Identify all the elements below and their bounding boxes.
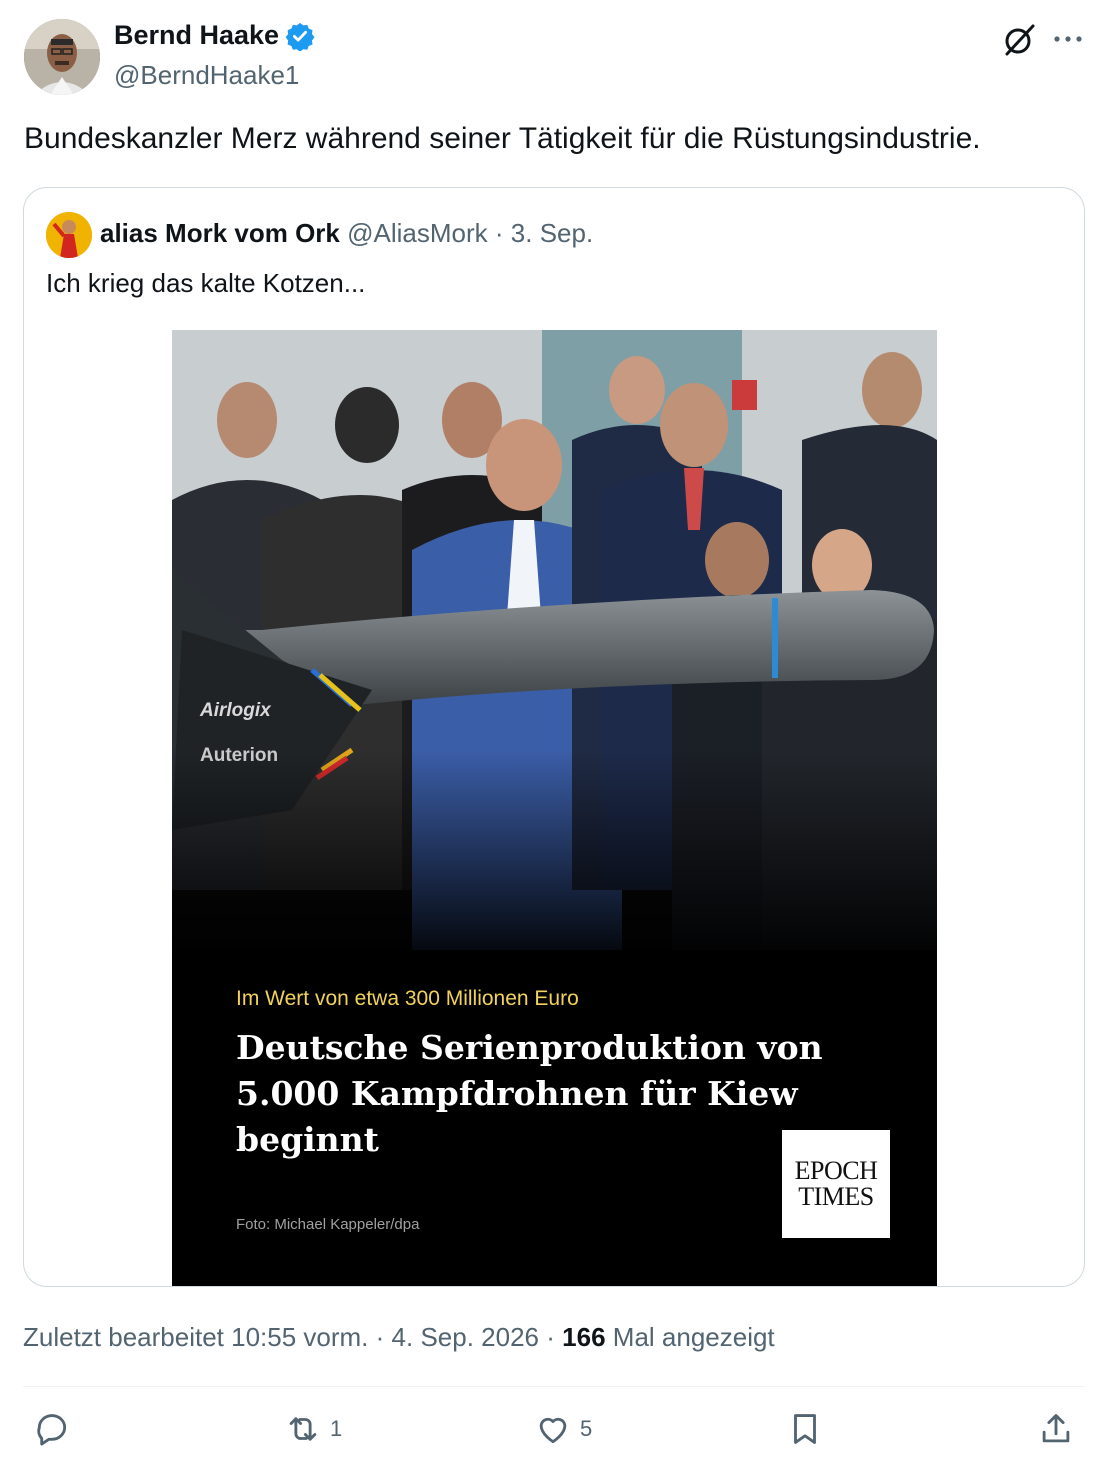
reply-button[interactable]: [33, 1410, 79, 1448]
share-icon: [1042, 1414, 1070, 1443]
like-icon: [539, 1417, 567, 1444]
media-kicker: Im Wert von etwa 300 Millionen Euro: [236, 987, 579, 1010]
quoted-handle[interactable]: @AliasMork: [347, 218, 488, 248]
meta-separator: ·: [546, 1322, 555, 1352]
author-handle[interactable]: @BerndHaake1: [114, 60, 299, 91]
edited-timestamp[interactable]: Zuletzt bearbeitet 10:55 vorm.: [23, 1322, 368, 1352]
quoted-separator: ·: [494, 218, 504, 248]
media-headline: Deutsche Serienproduktion von 5.000 Kamp…: [236, 1028, 823, 1159]
quoted-author-avatar[interactable]: [46, 212, 92, 258]
quoted-header: alias Mork vom Ork @AliasMork · 3. Sep.: [100, 218, 593, 249]
quoted-display-name[interactable]: alias Mork vom Ork: [100, 218, 340, 248]
logo-line-2: TIMES: [798, 1182, 874, 1211]
share-button[interactable]: [1037, 1410, 1075, 1448]
views-count: 166: [562, 1322, 606, 1352]
more-icon[interactable]: [1050, 24, 1086, 54]
verified-badge-icon[interactable]: [285, 21, 315, 52]
logo-line-1: EPOCH: [794, 1156, 878, 1185]
bookmark-icon: [794, 1414, 816, 1444]
author-avatar[interactable]: [24, 19, 100, 95]
reply-icon: [37, 1414, 67, 1446]
tweet-text: Bundeskanzler Merz während seiner Tätigk…: [24, 122, 981, 155]
retweet-icon: [289, 1417, 317, 1441]
epoch-times-logo: EPOCH TIMES: [782, 1130, 890, 1238]
tweet-date[interactable]: 4. Sep. 2026: [392, 1322, 539, 1352]
quoted-text: Ich krieg das kalte Kotzen...: [46, 268, 366, 298]
retweet-count: 1: [330, 1416, 343, 1441]
quoted-date[interactable]: 3. Sep.: [511, 218, 593, 248]
tweet-meta: Zuletzt bearbeitet 10:55 vorm. · 4. Sep.…: [23, 1322, 775, 1353]
meta-separator: ·: [375, 1322, 385, 1352]
media-photo-credit: Foto: Michael Kappeler/dpa: [236, 1216, 420, 1233]
author-display-name[interactable]: Bernd Haake: [114, 20, 279, 51]
drone-label-auterion: Auterion: [200, 745, 279, 766]
like-button[interactable]: 5: [534, 1410, 592, 1448]
views-label: Mal angezeigt: [612, 1322, 775, 1352]
quoted-media-image[interactable]: Airlogix Auterion Im Wert von etwa 300 M…: [172, 330, 937, 1286]
author-name-row: Bernd Haake: [114, 20, 315, 52]
divider: [23, 1386, 1085, 1387]
grok-icon[interactable]: [1001, 22, 1037, 58]
retweet-button[interactable]: 1: [284, 1410, 342, 1448]
drone-label-airlogix: Airlogix: [200, 700, 271, 721]
like-count: 5: [580, 1416, 593, 1441]
action-bar: 1 5: [0, 1404, 1108, 1464]
bookmark-button[interactable]: [786, 1410, 824, 1448]
quoted-tweet-card[interactable]: alias Mork vom Ork @AliasMork · 3. Sep. …: [23, 187, 1085, 1287]
